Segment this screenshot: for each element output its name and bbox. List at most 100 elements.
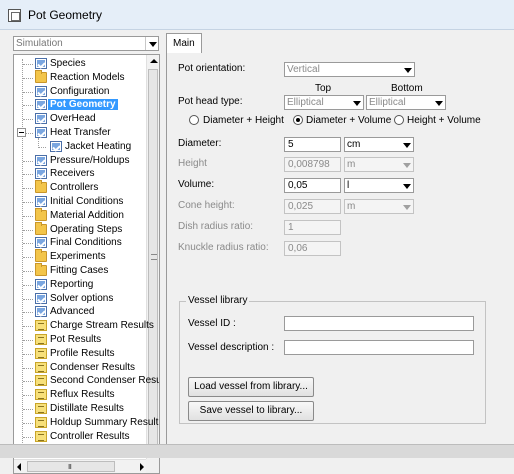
chevron-down-icon[interactable] <box>432 96 445 109</box>
tree-horizontal-scrollbar[interactable]: III <box>14 459 147 473</box>
diameter-input[interactable]: 5 <box>284 137 341 152</box>
dish-radius-ratio-label: Dish radius ratio: <box>178 221 254 232</box>
pot-orientation-select[interactable]: Vertical <box>284 62 415 77</box>
dish-radius-ratio-value: 1 <box>288 222 294 233</box>
scroll-up-icon[interactable] <box>150 59 158 63</box>
volume-value: 0,05 <box>288 180 308 191</box>
tree-item-condenser-results[interactable]: Condenser Results <box>14 361 146 375</box>
tree-item-overhead[interactable]: OverHead <box>14 112 146 126</box>
tree-item-second-condenser-resu[interactable]: Second Condenser Resu <box>14 374 159 388</box>
vessel-description-input[interactable] <box>284 340 474 355</box>
tree-item-solver-options[interactable]: Solver options <box>14 292 146 306</box>
tree-item-profile-results[interactable]: Profile Results <box>14 347 146 361</box>
tree-item-label: Second Condenser Resu <box>50 375 160 387</box>
navigation-panel: Simulation III Species Reaction Models Con… <box>0 30 162 474</box>
folder-icon <box>35 180 47 194</box>
tree-item-experiments[interactable]: Experiments <box>14 249 146 264</box>
simulation-select-value: Simulation <box>16 38 63 49</box>
form-icon <box>35 113 47 125</box>
simulation-select[interactable]: Simulation <box>13 36 159 51</box>
navigation-tree: III Species Reaction Models Configuration P… <box>13 54 160 474</box>
form-icon <box>35 99 47 111</box>
tree-item-label: Pot Geometry <box>48 99 118 111</box>
diameter-unit-select[interactable]: cm <box>344 137 414 152</box>
chevron-down-icon[interactable] <box>350 96 363 109</box>
results-icon <box>35 389 47 401</box>
tree-item-initial-conditions[interactable]: Initial Conditions <box>14 195 146 209</box>
diameter-label: Diameter: <box>178 138 222 149</box>
pot-head-top-select[interactable]: Elliptical <box>284 95 364 110</box>
tree-item-final-conditions[interactable]: Final Conditions <box>14 236 146 250</box>
tree-item-heat-transfer[interactable]: Heat Transfer <box>14 126 146 140</box>
tree-item-jacket-heating[interactable]: Jacket Heating <box>14 140 146 154</box>
chevron-down-icon[interactable] <box>400 138 413 151</box>
title-bar: Pot Geometry <box>0 0 514 30</box>
tree-item-species[interactable]: Species <box>14 57 146 71</box>
tree-item-label: Reflux Results <box>50 389 115 401</box>
tree-item-pressure-holdups[interactable]: Pressure/Holdups <box>14 154 146 168</box>
pot-head-type-label: Pot head type: <box>178 96 243 107</box>
scroll-thumb[interactable] <box>148 69 158 447</box>
tree-item-fitting-cases[interactable]: Fitting Cases <box>14 263 146 278</box>
folder-icon <box>35 69 47 83</box>
tree-item-controllers[interactable]: Controllers <box>14 180 146 195</box>
cone-height-label: Cone height: <box>178 200 235 211</box>
tree-item-reporting[interactable]: Reporting <box>14 278 146 292</box>
results-icon <box>35 430 47 442</box>
main-tab-panel: Pot orientation: Vertical Top Bottom Pot… <box>166 52 514 458</box>
tree-item-configuration[interactable]: Configuration <box>14 85 146 99</box>
tree-item-label: Operating Steps <box>50 223 123 235</box>
tree-item-distillate-results[interactable]: Distillate Results <box>14 402 146 416</box>
diameter-unit-value: cm <box>347 139 361 150</box>
tree-item-material-addition[interactable]: Material Addition <box>14 207 146 223</box>
volume-unit-select[interactable]: l <box>344 178 414 193</box>
tree-item-pot-geometry[interactable]: Pot Geometry <box>14 98 146 112</box>
tree-item-controller-results[interactable]: Controller Results <box>14 430 146 444</box>
chevron-down-icon[interactable] <box>400 179 413 192</box>
radio-diameter-volume[interactable] <box>293 115 303 125</box>
knuckle-radius-ratio-value: 0,06 <box>288 243 308 254</box>
tree-item-holdup-summary-result[interactable]: Holdup Summary Result <box>14 416 158 430</box>
radio-diameter-height[interactable] <box>189 115 199 125</box>
tree-item-reaction-models[interactable]: Reaction Models <box>14 69 146 85</box>
tree-item-label: Controller Results <box>50 430 130 442</box>
chevron-down-icon[interactable] <box>145 37 158 50</box>
form-icon <box>35 168 47 180</box>
scroll-left-icon[interactable] <box>17 463 21 471</box>
pot-head-bottom-select[interactable]: Elliptical <box>366 95 446 110</box>
dish-radius-ratio-input: 1 <box>284 220 341 235</box>
scroll-grip: III <box>68 464 72 471</box>
tree-item-advanced[interactable]: Advanced <box>14 305 146 319</box>
collapse-icon[interactable] <box>17 128 26 137</box>
tree-item-charge-stream-results[interactable]: Charge Stream Results <box>14 319 154 333</box>
tree-item-operating-steps[interactable]: Operating Steps <box>14 221 146 237</box>
tree-item-label: Charge Stream Results <box>50 320 154 332</box>
tree-item-reflux-results[interactable]: Reflux Results <box>14 388 146 402</box>
vessel-id-label: Vessel ID : <box>188 318 236 329</box>
form-icon <box>35 278 47 290</box>
tree-item-label: Pot Results <box>50 334 102 345</box>
radio-height-volume[interactable] <box>394 115 404 125</box>
tree-item-receivers[interactable]: Receivers <box>14 167 146 181</box>
vessel-description-label: Vessel description : <box>188 342 275 353</box>
tree-item-label: Fitting Cases <box>50 265 109 276</box>
results-icon <box>35 320 47 332</box>
results-icon <box>35 375 47 387</box>
knuckle-radius-ratio-label: Knuckle radius ratio: <box>178 242 269 253</box>
column-bottom-label: Bottom <box>391 83 423 94</box>
scroll-right-icon[interactable] <box>140 463 144 471</box>
radio-height-volume-label: Height + Volume <box>407 115 481 126</box>
volume-input[interactable]: 0,05 <box>284 178 341 193</box>
tree-item-pot-results[interactable]: Pot Results <box>14 333 146 347</box>
radio-diameter-volume-label: Diameter + Volume <box>306 115 392 126</box>
tree-vertical-scrollbar[interactable] <box>146 55 159 460</box>
pot-orientation-label: Pot orientation: <box>178 63 246 74</box>
load-vessel-button[interactable]: Load vessel from library... <box>188 377 314 397</box>
save-vessel-button[interactable]: Save vessel to library... <box>188 401 314 421</box>
scroll-thumb-horizontal[interactable]: III <box>27 461 115 472</box>
chevron-down-icon <box>400 200 413 213</box>
vessel-id-input[interactable] <box>284 316 474 331</box>
tab-main[interactable]: Main <box>166 33 202 53</box>
chevron-down-icon[interactable] <box>401 63 414 76</box>
chevron-down-icon <box>400 158 413 171</box>
